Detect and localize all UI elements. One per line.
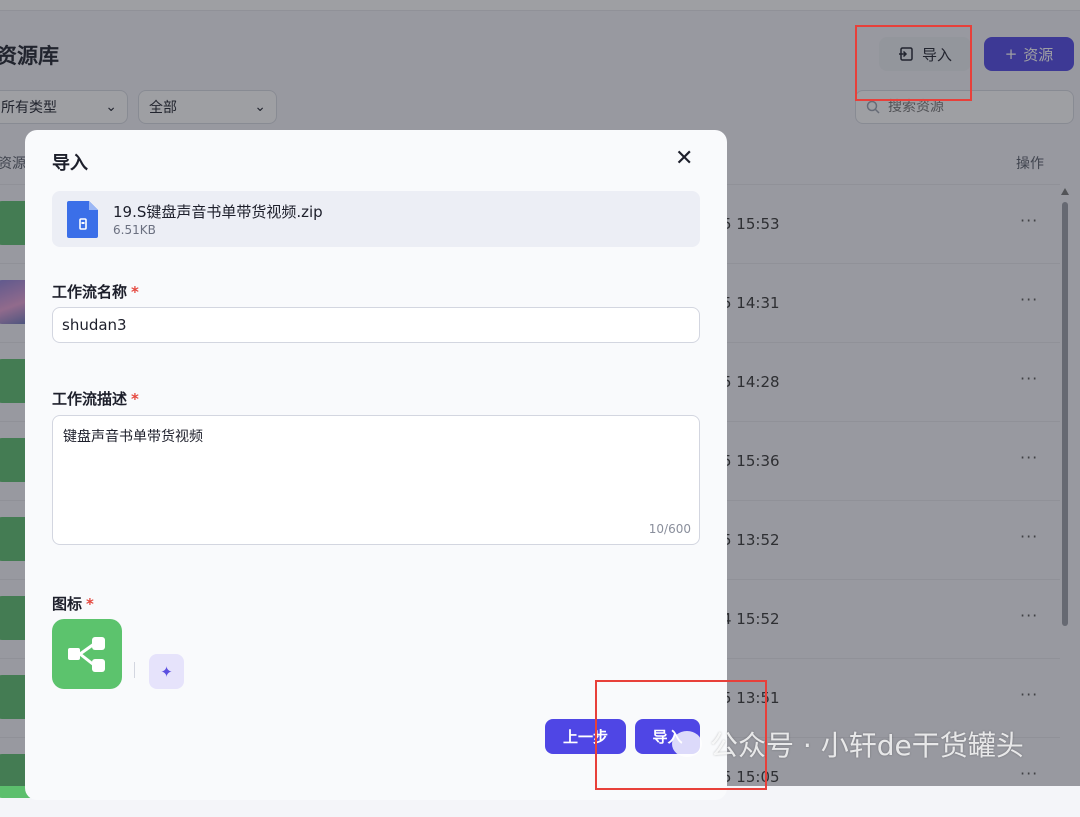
workflow-desc-textarea[interactable]: 键盘声音书单带货视频: [61, 424, 693, 518]
divider: [134, 662, 135, 678]
workflow-name-label: 工作流名称 *: [52, 281, 139, 302]
workflow-name-input[interactable]: [52, 307, 700, 343]
dialog-title: 导入: [52, 153, 88, 174]
wechat-icon: [672, 731, 702, 757]
required-mark: *: [131, 390, 139, 408]
char-counter: 10/600: [648, 522, 691, 536]
close-icon[interactable]: ✕: [675, 146, 693, 171]
watermark-text: 公众号 · 小轩de干货罐头: [710, 729, 1024, 762]
file-size: 6.51KB: [113, 223, 156, 237]
workflow-icon-preview[interactable]: [52, 619, 122, 689]
workflow-icon: [68, 637, 105, 672]
icon-label: 图标 *: [52, 593, 94, 614]
zip-file-icon: [67, 201, 98, 238]
file-card: 19.S键盘声音书单带货视频.zip 6.51KB: [52, 191, 700, 247]
icon-label-text: 图标: [52, 595, 83, 613]
watermark: 公众号 · 小轩de干货罐头: [672, 724, 1024, 764]
required-mark: *: [131, 283, 139, 301]
workflow-desc-label: 工作流描述 *: [52, 388, 139, 409]
workflow-desc-field: 键盘声音书单带货视频 10/600: [52, 415, 700, 545]
workflow-name-label-text: 工作流名称: [52, 283, 128, 301]
workflow-desc-label-text: 工作流描述: [52, 390, 128, 408]
required-mark: *: [86, 595, 94, 613]
highlight-box-import: [855, 25, 972, 101]
sparkle-icon: ✦: [160, 662, 173, 681]
ai-generate-icon-button[interactable]: ✦: [149, 654, 184, 689]
file-name: 19.S键盘声音书单带货视频.zip: [113, 203, 323, 221]
